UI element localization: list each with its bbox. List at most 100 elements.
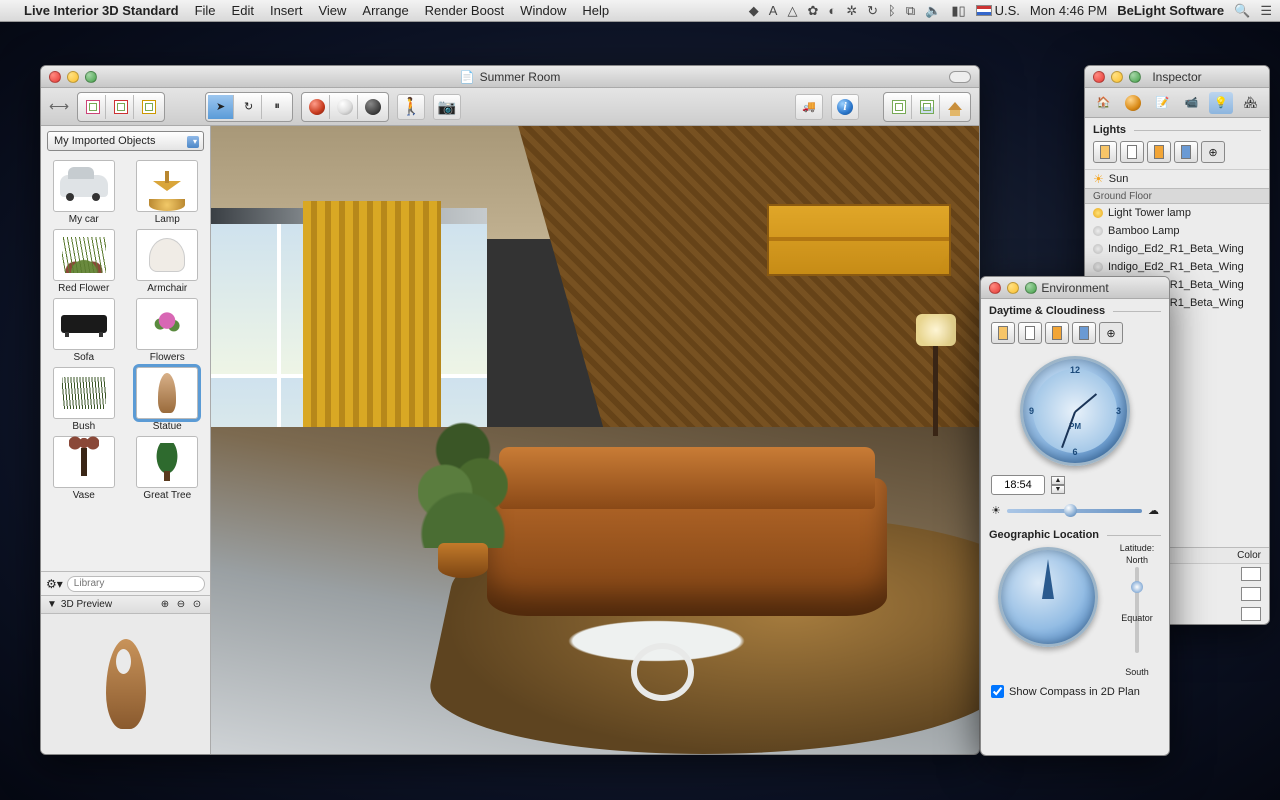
- wifi-icon[interactable]: ⧉: [906, 3, 915, 19]
- menuextra-icon[interactable]: ✲: [846, 3, 857, 19]
- zoom-button[interactable]: [1129, 71, 1141, 83]
- menu-arrange[interactable]: Arrange: [362, 3, 408, 18]
- inspector-tab-building[interactable]: 🏘: [1238, 92, 1262, 114]
- time-input[interactable]: [991, 475, 1045, 495]
- library-mode-button[interactable]: [80, 95, 106, 119]
- menu-help[interactable]: Help: [582, 3, 609, 18]
- menuextra-icon[interactable]: △: [787, 3, 797, 19]
- input-source[interactable]: U.S.: [976, 3, 1020, 18]
- daytime-preset[interactable]: [1045, 322, 1069, 344]
- time-clock[interactable]: 12 6 3 9 PM: [1020, 356, 1130, 466]
- daytime-preset[interactable]: [991, 322, 1015, 344]
- daytime-preset[interactable]: [1018, 322, 1042, 344]
- minimize-button[interactable]: [1007, 282, 1019, 294]
- daytime-preset-add[interactable]: ⊕: [1099, 322, 1123, 344]
- daytime-preset[interactable]: [1072, 322, 1096, 344]
- cloudiness-slider[interactable]: [1007, 509, 1142, 513]
- view-2d[interactable]: [886, 95, 912, 119]
- inspector-button[interactable]: i: [831, 94, 859, 120]
- menuextra-icon[interactable]: ✿: [807, 3, 818, 19]
- close-button[interactable]: [49, 71, 61, 83]
- menuextra-icon[interactable]: A: [769, 3, 778, 18]
- preview-3d[interactable]: [41, 614, 210, 754]
- zoom-in-icon[interactable]: ⊕: [158, 599, 172, 610]
- zoom-reset-icon[interactable]: ⊙: [190, 599, 204, 610]
- menuextra-icon[interactable]: ◐: [828, 3, 836, 18]
- snapshot-button[interactable]: 📷: [433, 94, 461, 120]
- menu-insert[interactable]: Insert: [270, 3, 303, 18]
- menu-edit[interactable]: Edit: [232, 3, 254, 18]
- minimize-button[interactable]: [67, 71, 79, 83]
- library-item[interactable]: Armchair: [129, 229, 207, 294]
- zoom-button[interactable]: [85, 71, 97, 83]
- titlebar[interactable]: 📄Summer Room: [41, 66, 979, 88]
- render-light[interactable]: [332, 95, 358, 119]
- library-item[interactable]: Great Tree: [129, 436, 207, 501]
- view-split[interactable]: [914, 95, 940, 119]
- view-3d[interactable]: [942, 95, 968, 119]
- bluetooth-icon[interactable]: ᛒ: [888, 3, 896, 18]
- color-swatch[interactable]: [1241, 587, 1261, 601]
- volume-icon[interactable]: 🔈: [925, 3, 941, 19]
- library-actions-menu[interactable]: ⚙▾: [46, 577, 63, 591]
- menu-view[interactable]: View: [318, 3, 346, 18]
- library-item[interactable]: Vase: [45, 436, 123, 501]
- light-preset[interactable]: [1093, 141, 1117, 163]
- menuextra-icon[interactable]: ◆: [749, 3, 759, 19]
- light-row[interactable]: Light Tower lamp: [1085, 204, 1269, 222]
- menu-renderboost[interactable]: Render Boost: [425, 3, 505, 18]
- menu-file[interactable]: File: [195, 3, 216, 18]
- light-preset[interactable]: [1120, 141, 1144, 163]
- light-row[interactable]: Indigo_Ed2_R1_Beta_Wing: [1085, 240, 1269, 258]
- library-search-input[interactable]: [67, 576, 205, 592]
- minimize-button[interactable]: [1111, 71, 1123, 83]
- library-item[interactable]: Sofa: [45, 298, 123, 363]
- close-button[interactable]: [989, 282, 1001, 294]
- nav-back[interactable]: ⟷: [49, 98, 69, 115]
- light-row[interactable]: Bamboo Lamp: [1085, 222, 1269, 240]
- light-name[interactable]: Sun: [1109, 173, 1129, 185]
- library-item[interactable]: Red Flower: [45, 229, 123, 294]
- compass[interactable]: [998, 547, 1098, 647]
- zoom-out-icon[interactable]: ⊖: [174, 599, 188, 610]
- render-dark[interactable]: [360, 95, 386, 119]
- library-item[interactable]: Bush: [45, 367, 123, 432]
- light-preset[interactable]: [1174, 141, 1198, 163]
- library-mode-button[interactable]: [136, 95, 162, 119]
- zoom-button[interactable]: [1025, 282, 1037, 294]
- walkthrough-button[interactable]: 🚶: [397, 94, 425, 120]
- color-swatch[interactable]: [1241, 567, 1261, 581]
- battery-icon[interactable]: ▮▯: [951, 3, 965, 19]
- menubar-clock[interactable]: Mon 4:46 PM: [1030, 3, 1107, 18]
- library-item[interactable]: Statue: [129, 367, 207, 432]
- toolbar-toggle[interactable]: [949, 71, 971, 83]
- disclosure-triangle[interactable]: ▼: [47, 599, 57, 610]
- toolbar-truck[interactable]: 🚚: [795, 94, 823, 120]
- notification-center-icon[interactable]: ☰: [1260, 3, 1272, 19]
- close-button[interactable]: [1093, 71, 1105, 83]
- menuextra-icon[interactable]: ↻: [867, 3, 878, 19]
- library-item[interactable]: Flowers: [129, 298, 207, 363]
- library-mode-button[interactable]: [108, 95, 134, 119]
- light-preset-add[interactable]: ⊕: [1201, 141, 1225, 163]
- light-preset[interactable]: [1147, 141, 1171, 163]
- light-row[interactable]: Indigo_Ed2_R1_Beta_Wing: [1085, 258, 1269, 276]
- tool-select[interactable]: ➤: [208, 95, 234, 119]
- library-item[interactable]: My car: [45, 160, 123, 225]
- latitude-slider[interactable]: [1135, 567, 1139, 653]
- render-red[interactable]: [304, 95, 330, 119]
- inspector-tab-camera[interactable]: 📹: [1180, 92, 1204, 114]
- library-item[interactable]: Lamp: [129, 160, 207, 225]
- inspector-tab-lights[interactable]: 💡: [1209, 92, 1233, 114]
- tool-pan[interactable]: ⏸: [264, 95, 290, 119]
- app-menu[interactable]: Live Interior 3D Standard: [24, 3, 179, 18]
- tool-rotate[interactable]: ↻: [236, 95, 262, 119]
- inspector-tab-text[interactable]: 📝: [1150, 92, 1174, 114]
- time-stepper[interactable]: ▲▼: [1051, 476, 1065, 494]
- viewport-3d[interactable]: [211, 126, 979, 754]
- menu-window[interactable]: Window: [520, 3, 566, 18]
- inspector-tab-object[interactable]: 🏠: [1092, 92, 1116, 114]
- library-category-dropdown[interactable]: My Imported Objects▾: [47, 131, 204, 151]
- show-compass-checkbox[interactable]: Show Compass in 2D Plan: [981, 677, 1169, 706]
- inspector-tab-material[interactable]: [1121, 92, 1145, 114]
